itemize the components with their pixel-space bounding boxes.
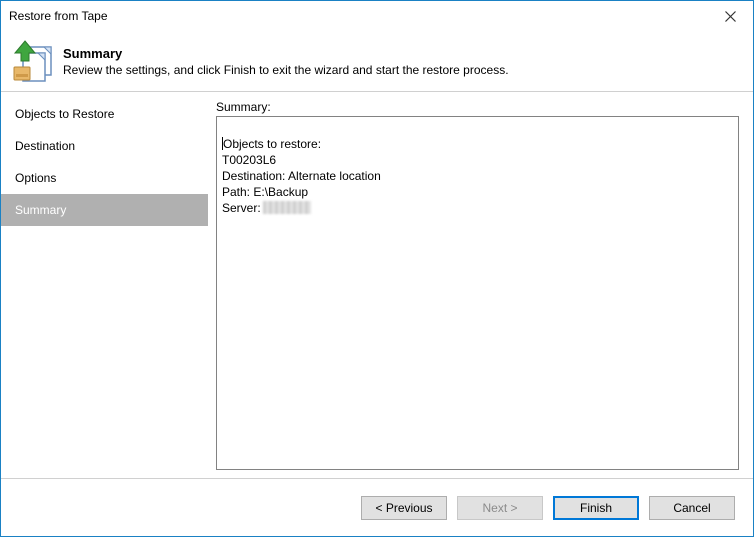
sidebar-item-objects[interactable]: Objects to Restore — [1, 98, 208, 130]
summary-line-path: Path: E:\Backup — [222, 185, 308, 199]
summary-server-redacted — [263, 201, 311, 214]
sidebar-item-destination[interactable]: Destination — [1, 130, 208, 162]
wizard-header: Summary Review the settings, and click F… — [1, 31, 753, 91]
sidebar-item-options[interactable]: Options — [1, 162, 208, 194]
finish-button[interactable]: Finish — [553, 496, 639, 520]
sidebar-item-summary[interactable]: Summary — [1, 194, 208, 226]
header-subtitle: Review the settings, and click Finish to… — [63, 63, 509, 77]
window-title: Restore from Tape — [9, 9, 108, 23]
summary-line-objects-header: Objects to restore: — [223, 137, 321, 151]
wizard-window: Restore from Tape — [0, 0, 754, 537]
summary-textbox[interactable]: Objects to restore: T00203L6 Destination… — [216, 116, 739, 470]
close-icon — [725, 11, 736, 22]
main-panel: Summary: Objects to restore: T00203L6 De… — [208, 92, 753, 478]
header-text: Summary Review the settings, and click F… — [63, 46, 509, 77]
wizard-sidebar: Objects to Restore Destination Options S… — [1, 92, 208, 478]
wizard-footer: < Previous Next > Finish Cancel — [1, 478, 753, 536]
summary-line-destination: Destination: Alternate location — [222, 169, 381, 183]
summary-line-object-1: T00203L6 — [222, 153, 276, 167]
next-button: Next > — [457, 496, 543, 520]
header-title: Summary — [63, 46, 509, 61]
summary-line-server-label: Server: — [222, 201, 261, 215]
previous-button[interactable]: < Previous — [361, 496, 447, 520]
titlebar: Restore from Tape — [1, 1, 753, 31]
close-button[interactable] — [708, 2, 753, 31]
wizard-body: Objects to Restore Destination Options S… — [1, 92, 753, 478]
wizard-icon — [13, 37, 53, 85]
summary-label: Summary: — [216, 100, 739, 114]
cancel-button[interactable]: Cancel — [649, 496, 735, 520]
